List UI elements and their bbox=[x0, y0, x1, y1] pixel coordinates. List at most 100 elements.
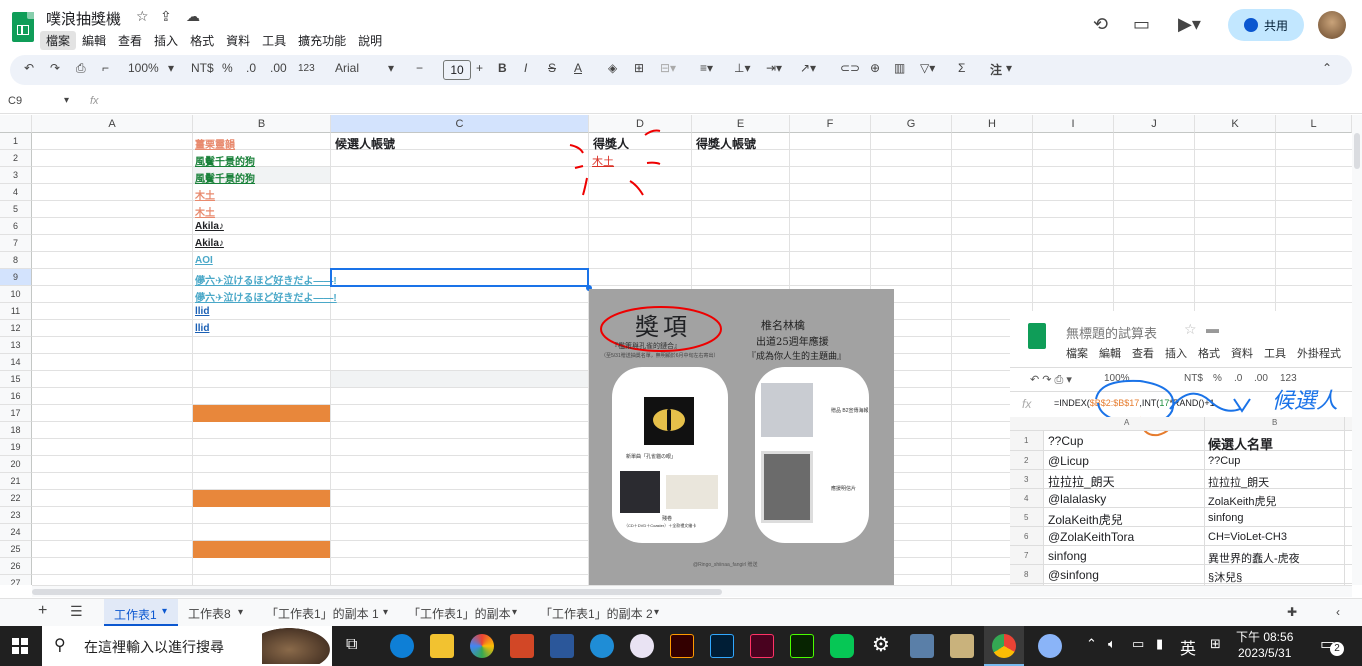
font-size-input[interactable]: 10 bbox=[443, 60, 471, 80]
windows-start-icon[interactable] bbox=[12, 638, 28, 654]
volume-icon[interactable]: 🔈︎ bbox=[1108, 636, 1116, 652]
history-icon[interactable]: ⟲ bbox=[1093, 14, 1108, 35]
increase-decimal-button[interactable]: .00 bbox=[270, 61, 287, 75]
name-box[interactable]: C9 bbox=[8, 95, 22, 107]
print-icon[interactable]: ⎙ bbox=[76, 61, 86, 76]
insert-comment-icon[interactable]: ⊕ bbox=[870, 61, 880, 75]
sheets-logo-icon[interactable] bbox=[12, 12, 34, 42]
row-header[interactable]: 23 bbox=[0, 507, 32, 524]
sheet-tab-active[interactable]: 工作表1 ▾ bbox=[104, 599, 178, 627]
cell-b25-fill[interactable] bbox=[193, 541, 330, 558]
functions-button[interactable]: Σ bbox=[958, 61, 965, 75]
column-header-k[interactable]: K bbox=[1195, 115, 1276, 133]
column-header-l[interactable]: L bbox=[1276, 115, 1352, 133]
column-header-h[interactable]: H bbox=[952, 115, 1033, 133]
chevron-down-icon[interactable]: ▾ bbox=[383, 607, 388, 618]
percent-format-button[interactable]: % bbox=[222, 61, 233, 75]
dreamweaver-icon[interactable] bbox=[790, 634, 814, 658]
task-view-icon[interactable]: ⧉ bbox=[346, 636, 357, 654]
text-wrap-icon[interactable]: ⇥▾ bbox=[766, 61, 782, 75]
strikethrough-button[interactable]: S bbox=[548, 61, 556, 75]
row-header[interactable]: 8 bbox=[0, 252, 32, 269]
row-header[interactable]: 17 bbox=[0, 405, 32, 422]
font-select[interactable]: Arial bbox=[335, 61, 359, 75]
filter-icon[interactable]: ▽▾ bbox=[920, 61, 935, 75]
internet-explorer-icon[interactable] bbox=[590, 634, 614, 658]
sheet-tab[interactable]: 「工作表1」的副本 bbox=[408, 605, 511, 622]
row-header[interactable]: 12 bbox=[0, 320, 32, 337]
paint-icon[interactable] bbox=[630, 634, 654, 658]
decrease-decimal-button[interactable]: .0 bbox=[246, 61, 256, 75]
cell-b4[interactable]: 木土 bbox=[195, 187, 215, 202]
all-sheets-icon[interactable]: ☰ bbox=[70, 603, 83, 620]
settings-gear-icon[interactable]: ⚙ bbox=[872, 632, 890, 657]
taskbar-clock[interactable]: 下午 08:56 2023/5/31 bbox=[1236, 629, 1293, 661]
number-format-button[interactable]: 123 bbox=[298, 63, 315, 74]
menu-extensions[interactable]: 擴充功能 bbox=[292, 31, 352, 50]
cell-b7[interactable]: Akila♪ bbox=[195, 238, 224, 249]
indesign-icon[interactable] bbox=[750, 634, 774, 658]
chrome-taskbar-item[interactable] bbox=[984, 626, 1024, 666]
column-header-g[interactable]: G bbox=[871, 115, 952, 133]
cell-b9[interactable]: 儚六✈泣けるほど好きだよ——! bbox=[195, 272, 337, 287]
calculator-icon[interactable] bbox=[910, 634, 934, 658]
share-button[interactable]: 共用 bbox=[1228, 9, 1304, 41]
comment-icon[interactable]: ▭ bbox=[1133, 14, 1150, 35]
chevron-down-icon[interactable]: ▾ bbox=[64, 95, 69, 106]
cell-b11[interactable]: llid bbox=[195, 306, 209, 317]
column-header-c[interactable]: C bbox=[331, 115, 589, 133]
taskbar-search-box[interactable]: ⚲ 在這裡輸入以進行搜尋 bbox=[42, 626, 332, 666]
cell-b22-fill[interactable] bbox=[193, 490, 330, 507]
zoom-select[interactable]: 100% bbox=[128, 61, 159, 75]
selected-cell-c9[interactable] bbox=[330, 268, 589, 287]
row-header[interactable]: 5 bbox=[0, 201, 32, 218]
link-icon[interactable]: ⊂⊃ bbox=[840, 61, 860, 75]
cell-c1[interactable]: 候選人帳號 bbox=[335, 135, 395, 152]
chevron-down-icon[interactable]: ▾ bbox=[512, 607, 517, 618]
currency-format-button[interactable]: NT$ bbox=[191, 61, 214, 75]
undo-icon[interactable]: ↶ bbox=[24, 61, 34, 75]
row-header[interactable]: 6 bbox=[0, 218, 32, 235]
chevron-down-icon[interactable]: ▾ bbox=[654, 607, 659, 618]
menu-tools[interactable]: 工具 bbox=[256, 31, 292, 50]
row-header[interactable]: 13 bbox=[0, 337, 32, 354]
ime-indicator[interactable]: 英 bbox=[1180, 635, 1196, 659]
row-header[interactable]: 27 bbox=[0, 575, 32, 585]
collapse-toolbar-icon[interactable]: ⌃ bbox=[1322, 61, 1332, 75]
row-header[interactable]: 22 bbox=[0, 490, 32, 507]
photoshop-icon[interactable] bbox=[710, 634, 734, 658]
chevron-down-icon[interactable]: ▾ bbox=[238, 607, 243, 618]
text-rotation-icon[interactable]: ↗▾ bbox=[800, 61, 816, 75]
explore-icon[interactable]: ✚ bbox=[1287, 605, 1297, 619]
collapse-panel-icon[interactable]: ‹ bbox=[1336, 605, 1340, 619]
edge-icon[interactable] bbox=[390, 634, 414, 658]
powerpoint-icon[interactable] bbox=[510, 634, 534, 658]
row-header[interactable]: 25 bbox=[0, 541, 32, 558]
inset-screenshot[interactable]: 無標題的試算表 ☆ ▬ 檔案 編輯 查看 插入 格式 資料 工具 外掛程式 ↶ … bbox=[1010, 311, 1352, 585]
row-header[interactable]: 11 bbox=[0, 303, 32, 320]
cell-b3[interactable]: 風鬢千景的狗 bbox=[195, 170, 255, 185]
notification-center[interactable]: ▭ 2 bbox=[1320, 634, 1344, 658]
word-icon[interactable] bbox=[550, 634, 574, 658]
menu-file[interactable]: 檔案 bbox=[40, 31, 77, 50]
move-to-drive-icon[interactable]: ⇪ bbox=[160, 8, 172, 25]
cell-b17-fill[interactable] bbox=[193, 405, 330, 422]
column-header-e[interactable]: E bbox=[692, 115, 790, 133]
battery-icon[interactable]: ▮ bbox=[1156, 636, 1163, 652]
cell-b12[interactable]: llid bbox=[195, 323, 209, 334]
row-header[interactable]: 15 bbox=[0, 371, 32, 388]
menu-help[interactable]: 說明 bbox=[352, 31, 388, 50]
menu-edit[interactable]: 編輯 bbox=[76, 31, 112, 50]
align-left-icon[interactable]: ≡▾ bbox=[700, 61, 713, 75]
sheet-tab[interactable]: 「工作表1」的副本 2 bbox=[540, 605, 653, 622]
insert-chart-icon[interactable]: ▥ bbox=[894, 61, 905, 75]
row-header[interactable]: 10 bbox=[0, 286, 32, 303]
row-header[interactable]: 1 bbox=[0, 133, 32, 150]
menu-data[interactable]: 資料 bbox=[220, 31, 256, 50]
cell-b5[interactable]: 木土 bbox=[195, 204, 215, 219]
row-header[interactable]: 20 bbox=[0, 456, 32, 473]
bold-button[interactable]: B bbox=[498, 61, 507, 75]
weather-icon[interactable] bbox=[1038, 634, 1062, 658]
input-tools-button[interactable]: 注 bbox=[990, 61, 1002, 78]
scroll-thumb[interactable] bbox=[1354, 133, 1360, 169]
